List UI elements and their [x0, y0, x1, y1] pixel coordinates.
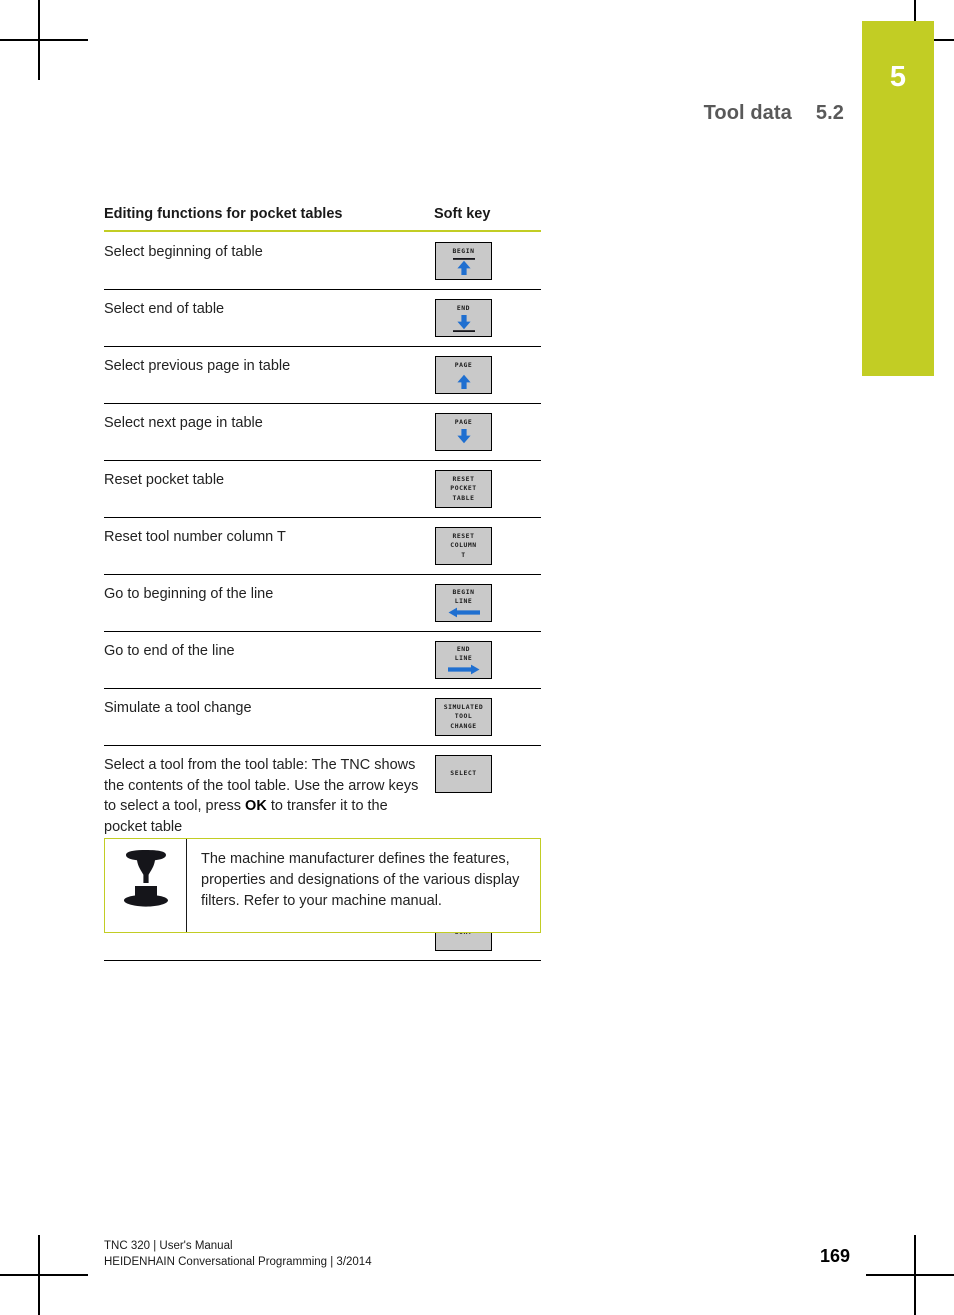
- machine-manual-note: The machine manufacturer defines the fea…: [104, 838, 541, 933]
- table-header-row: Editing functions for pocket tables Soft…: [104, 206, 541, 232]
- machine-manual-icon: [121, 850, 171, 913]
- table-row: Go to beginning of the line BEGIN LINE: [104, 574, 541, 632]
- table-row: Go to end of the line END LINE: [104, 631, 541, 689]
- softkey-label: END LINE: [454, 644, 473, 662]
- row-softkey-cell: SELECT: [433, 745, 541, 848]
- crop-mark-top-left-vertical: [38, 0, 40, 80]
- softkey-label: SELECT: [450, 769, 477, 778]
- table-row: Select next page in table PAGE: [104, 403, 541, 461]
- softkey-label: BEGIN: [452, 247, 475, 256]
- footer-line-2: HEIDENHAIN Conversational Programming | …: [104, 1256, 372, 1269]
- footer-imprint: TNC 320 | User's Manual HEIDENHAIN Conve…: [104, 1238, 372, 1271]
- crop-mark-bottom-left-vertical: [38, 1235, 40, 1315]
- row-description: Select end of table: [104, 289, 433, 347]
- end-line-softkey[interactable]: END LINE: [435, 641, 492, 679]
- row-description: Select next page in table: [104, 403, 433, 461]
- row-softkey-cell: PAGE: [433, 346, 541, 404]
- begin-softkey[interactable]: BEGIN: [435, 242, 492, 280]
- row-description: Select previous page in table: [104, 346, 433, 404]
- page-number: 169: [819, 1245, 850, 1266]
- arrow-down-with-bar-below-icon: [448, 314, 480, 332]
- row-description: Select beginning of table: [104, 231, 433, 290]
- softkey-label: RESET COLUMN T: [450, 532, 477, 559]
- softkey-label: RESET POCKET TABLE: [450, 475, 477, 502]
- row-description: Reset pocket table: [104, 460, 433, 518]
- row-softkey-cell: BEGIN LINE: [433, 574, 541, 632]
- softkey-label: BEGIN LINE: [452, 587, 475, 605]
- end-softkey[interactable]: END: [435, 299, 492, 337]
- note-icon-column: [105, 839, 187, 932]
- table-row: Reset tool number column T RESET COLUMN T: [104, 517, 541, 575]
- running-head-section: 5.2: [815, 102, 844, 124]
- chapter-thumb-tab: 5: [862, 21, 934, 376]
- row-description: Select a tool from the tool table: The T…: [104, 745, 433, 848]
- crop-mark-bottom-left-horizontal: [0, 1274, 88, 1276]
- table-row: Reset pocket table RESET POCKET TABLE: [104, 460, 541, 518]
- column-header-softkey: Soft key: [433, 206, 541, 232]
- row-softkey-cell: PAGE: [433, 403, 541, 461]
- row-softkey-cell: BEGIN: [433, 231, 541, 290]
- table-row: Select end of table END: [104, 289, 541, 347]
- arrow-down-icon: [448, 428, 480, 446]
- arrow-left-icon: [447, 607, 481, 618]
- crop-mark-bottom-right-vertical: [914, 1235, 916, 1315]
- column-header-description: Editing functions for pocket tables: [104, 206, 433, 232]
- begin-line-softkey[interactable]: BEGIN LINE: [435, 584, 492, 622]
- row-softkey-cell: RESET POCKET TABLE: [433, 460, 541, 518]
- arrow-right-icon: [447, 664, 481, 675]
- row-softkey-cell: SIMULATED TOOL CHANGE: [433, 688, 541, 746]
- simulated-tool-change-softkey[interactable]: SIMULATED TOOL CHANGE: [435, 698, 492, 736]
- footer-line-1: TNC 320 | User's Manual: [104, 1239, 233, 1252]
- softkey-label: PAGE: [454, 418, 473, 427]
- softkey-label: END: [456, 304, 471, 313]
- note-text: The machine manufacturer defines the fea…: [201, 851, 520, 910]
- running-head: Tool data 5.2: [704, 102, 844, 125]
- row-description: Simulate a tool change: [104, 688, 433, 746]
- arrow-up-icon: [448, 372, 480, 389]
- row-description: Reset tool number column T: [104, 517, 433, 575]
- select-softkey[interactable]: SELECT: [435, 755, 492, 793]
- chapter-number: 5: [889, 61, 907, 93]
- crop-mark-bottom-right-horizontal: [866, 1274, 954, 1276]
- running-head-title: Tool data: [703, 102, 792, 124]
- row-softkey-cell: RESET COLUMN T: [433, 517, 541, 575]
- table-row: Select previous page in table PAGE: [104, 346, 541, 404]
- page-up-softkey[interactable]: PAGE: [435, 356, 492, 394]
- row-softkey-cell: END: [433, 289, 541, 347]
- row-description: Go to end of the line: [104, 631, 433, 689]
- row-description: Go to beginning of the line: [104, 574, 433, 632]
- page-footer: TNC 320 | User's Manual HEIDENHAIN Conve…: [104, 1238, 850, 1271]
- table-row: Select a tool from the tool table: The T…: [104, 745, 541, 848]
- reset-pocket-table-softkey[interactable]: RESET POCKET TABLE: [435, 470, 492, 508]
- arrow-up-with-bar-above-icon: [448, 257, 480, 275]
- softkey-label: PAGE: [454, 361, 473, 370]
- reset-column-t-softkey[interactable]: RESET COLUMN T: [435, 527, 492, 565]
- row-softkey-cell: END LINE: [433, 631, 541, 689]
- crop-mark-top-left-horizontal: [0, 39, 88, 41]
- page-down-softkey[interactable]: PAGE: [435, 413, 492, 451]
- softkey-label: SIMULATED TOOL CHANGE: [443, 703, 484, 730]
- table-row: Select beginning of table BEGIN: [104, 231, 541, 290]
- table-row: Simulate a tool change SIMULATED TOOL CHANG…: [104, 688, 541, 746]
